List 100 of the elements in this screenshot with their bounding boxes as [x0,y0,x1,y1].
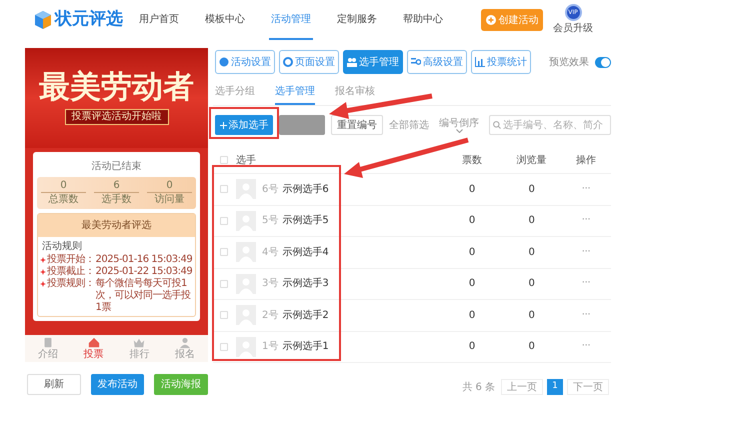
contestant-name: 示例选手5 [282,214,329,228]
stat-label: 总票数 [48,193,78,207]
vote-count: 0 [468,308,476,323]
sub-tab[interactable]: 报名审核 [335,84,375,105]
more-actions[interactable]: ··· [561,340,611,354]
vote-count: 0 [468,340,476,354]
logo-text: 状元评选 [55,8,123,32]
people-icon [347,57,357,67]
contestant-name: 示例选手4 [282,246,329,260]
vip-upgrade-link[interactable]: 会员升级 [553,21,593,36]
stat-label: 选手数 [102,193,132,207]
preview-toggle[interactable] [595,56,611,68]
column-header: 票数 [461,154,484,168]
nav-link[interactable]: 帮助中心 [401,0,445,40]
more-actions[interactable]: ··· [561,182,611,196]
settings-tab[interactable]: 选手管理 [343,50,403,74]
checkbox[interactable] [220,342,228,351]
stat-value: 0 [41,179,86,193]
rule-label: 投票截止： [47,266,94,278]
contestant-name: 示例选手2 [282,308,329,323]
vote-count: 0 [468,182,476,197]
nav-link[interactable]: 用户首页 [137,0,181,40]
bottom-tab[interactable]: 介绍 [38,336,58,360]
view-count: 0 [527,277,536,292]
settings-tab[interactable]: 投票统计 [471,50,531,74]
rule-value: 2025-01-22 15:03:49 [96,266,192,278]
more-actions[interactable]: ··· [561,246,611,259]
banner-title: 最美劳动者 [39,72,194,102]
vote-count: 0 [468,246,476,260]
banner-subtitle: 投票评选活动开始啦 [64,108,168,124]
contestant-name: 示例选手6 [282,182,329,197]
create-activity-button[interactable]: 创建活动 [481,9,543,31]
bottom-tab[interactable]: 报名 [175,336,196,360]
plus-circle-icon [486,15,496,25]
sliders-icon [411,57,421,67]
rule-label: 投票规则： [47,278,94,290]
contestant-name: 示例选手1 [282,340,329,354]
contestant-number: 4号 [262,246,278,260]
add-contestant-button[interactable]: 添加选手 [215,115,273,135]
view-count: 0 [527,182,536,197]
contestant-number: 6号 [262,182,278,197]
page-button[interactable]: 1 [547,379,563,395]
plus-icon [220,122,226,128]
contestant-number: 3号 [262,277,278,292]
rule-value: 2025-01-16 15:03:49 [96,254,192,266]
stat-value: 0 [147,179,192,193]
contestant-number: 5号 [262,214,278,228]
sub-tab[interactable]: 选手管理 [275,84,315,105]
action-button[interactable]: 刷新 [27,374,81,395]
chevron-down-icon [456,128,462,132]
view-count: 0 [527,214,536,228]
nav-link[interactable]: 定制服务 [335,0,379,40]
toggle-label: 预览效果 [549,56,589,70]
column-header: 操作 [575,154,598,168]
column-header: 浏览量 [516,154,548,168]
stat-label: 访问量 [154,193,184,207]
nav-link[interactable]: 模板中心 [203,0,247,40]
checkbox[interactable] [220,185,228,194]
checkbox[interactable] [220,280,228,288]
more-actions[interactable]: ··· [561,214,611,228]
filter-dropdown[interactable]: 全部筛选 [389,118,429,132]
more-actions[interactable]: ··· [561,277,611,290]
checkbox[interactable] [220,156,228,164]
covered-button[interactable] [279,115,325,135]
vote-count: 0 [468,214,476,228]
checkbox[interactable] [220,216,228,225]
sub-tab[interactable]: 选手分组 [215,84,255,105]
view-count: 0 [527,246,536,260]
action-button[interactable]: 发布活动 [90,374,144,395]
settings-tab[interactable]: 高级设置 [407,50,467,74]
checkbox[interactable] [220,248,228,256]
action-button[interactable]: 活动海报 [154,374,208,395]
column-header: 选手 [236,154,256,168]
contestant-number: 2号 [262,308,278,323]
person-icon [179,336,192,348]
settings-tab[interactable]: 活动设置 [215,50,275,74]
contestant-number: 1号 [262,340,278,354]
next-page-button[interactable]: 下一页 [567,379,609,395]
bottom-tab[interactable]: 排行 [129,336,150,360]
prev-page-button[interactable]: 上一页 [501,379,543,395]
settings-tab[interactable]: 页面设置 [279,50,339,74]
search-field[interactable]: 选手编号、名称、简介 [489,115,611,135]
highlight-frame [209,107,279,139]
view-count: 0 [527,308,536,323]
vote-count: 0 [468,277,476,292]
rules-card-title: 最美劳动者评选 [38,214,195,237]
rules-heading: 活动规则 [41,240,83,254]
bar-chart-icon [475,57,485,67]
view-count: 0 [527,340,536,354]
bottom-tab[interactable]: 投票 [84,336,104,360]
crown-icon [133,336,146,348]
rule-value: 每个微信号每天可投1次，可以对同一选手投1票 [96,278,192,314]
sparkle-bullet-icon [40,269,46,275]
status-text: 活动已结束 [90,160,142,174]
total-count: 共 6 条 [462,380,495,394]
nav-link[interactable]: 活动管理 [269,0,313,40]
sort-dropdown[interactable]: 编号倒序 [439,118,479,132]
more-actions[interactable]: ··· [561,308,611,322]
checkbox[interactable] [220,311,228,320]
sparkle-bullet-icon [40,257,46,263]
